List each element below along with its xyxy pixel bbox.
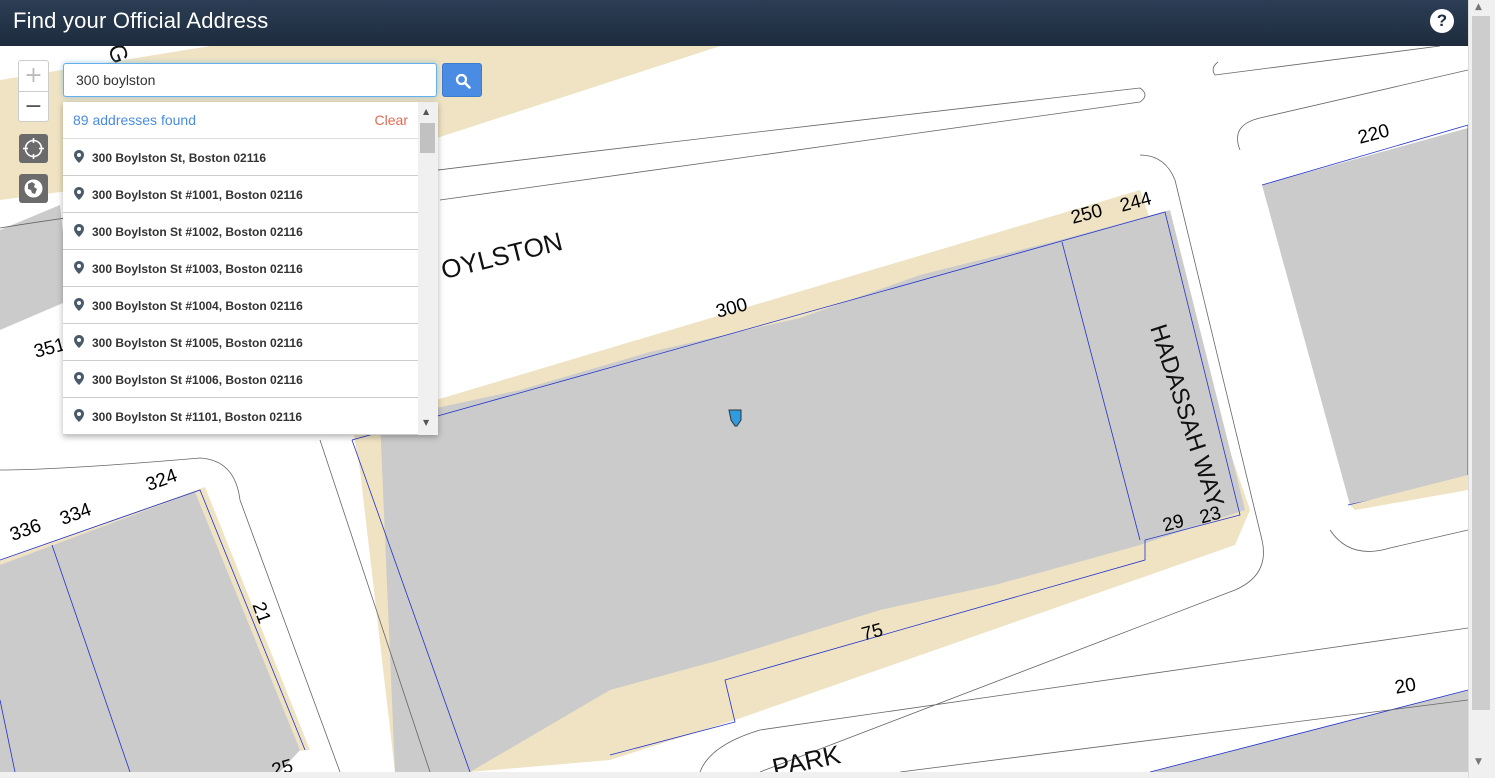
result-item[interactable]: 300 Boylston St #1101, Boston 02116	[63, 398, 418, 435]
map-pin-icon	[74, 187, 84, 200]
clear-button[interactable]: Clear	[375, 112, 408, 128]
map-pin-icon	[74, 335, 84, 348]
results-scrollbar[interactable]: ▲ ▼	[418, 102, 438, 435]
search-icon	[455, 73, 471, 89]
results-scroll-thumb[interactable]	[420, 123, 435, 153]
page-scrollbar[interactable]: ▲ ▼	[1468, 0, 1495, 778]
map-pin-icon	[74, 298, 84, 311]
building-right	[1262, 128, 1468, 505]
zoom-in-button[interactable]: +	[19, 61, 48, 92]
result-item[interactable]: 300 Boylston St #1001, Boston 02116	[63, 176, 418, 213]
result-address: 300 Boylston St, Boston 02116	[92, 151, 267, 165]
zoom-control: + −	[18, 60, 49, 122]
page-title: Find your Official Address	[13, 8, 269, 33]
result-address: 300 Boylston St #1002, Boston 02116	[92, 225, 303, 239]
basemap-toggle-button[interactable]	[19, 174, 48, 203]
results-count: 89 addresses found	[73, 112, 196, 128]
scroll-up-arrow-icon[interactable]: ▲	[423, 107, 429, 116]
horizontal-scrollbar[interactable]	[0, 772, 1468, 778]
globe-icon	[24, 179, 43, 198]
result-address: 300 Boylston St #1005, Boston 02116	[92, 336, 303, 350]
result-address: 300 Boylston St #1101, Boston 02116	[92, 410, 303, 424]
app-header: Find your Official Address ?	[0, 0, 1468, 46]
results-list: 300 Boylston St, Boston 02116 300 Boylst…	[63, 139, 418, 435]
help-icon[interactable]: ?	[1430, 9, 1454, 33]
page-scroll-down-icon[interactable]: ▼	[1475, 757, 1482, 767]
address-search-input[interactable]	[63, 63, 437, 97]
result-address: 300 Boylston St #1003, Boston 02116	[92, 262, 303, 276]
result-item[interactable]: 300 Boylston St, Boston 02116	[63, 139, 418, 176]
result-address: 300 Boylston St #1006, Boston 02116	[92, 373, 303, 387]
number-20: 20	[1393, 674, 1418, 699]
result-address: 300 Boylston St #1001, Boston 02116	[92, 188, 303, 202]
result-item[interactable]: 300 Boylston St #1006, Boston 02116	[63, 361, 418, 398]
map-pin-icon	[74, 261, 84, 274]
result-item[interactable]: 300 Boylston St #1002, Boston 02116	[63, 213, 418, 250]
result-item[interactable]: 300 Boylston St #1004, Boston 02116	[63, 287, 418, 324]
result-address: 300 Boylston St #1004, Boston 02116	[92, 299, 303, 313]
scroll-down-arrow-icon[interactable]: ▼	[423, 418, 429, 427]
search-button[interactable]	[442, 63, 482, 97]
map-pin-icon	[74, 150, 84, 163]
zoom-out-button[interactable]: −	[19, 92, 48, 122]
results-header: 89 addresses found Clear	[63, 102, 418, 139]
location-marker-icon[interactable]	[727, 408, 743, 428]
result-item[interactable]: 300 Boylston St #1005, Boston 02116	[63, 324, 418, 361]
map-pin-icon	[74, 409, 84, 422]
crosshair-icon	[23, 138, 44, 159]
map-pin-icon	[74, 372, 84, 385]
map-pin-icon	[74, 224, 84, 237]
page-scroll-thumb[interactable]	[1472, 16, 1490, 710]
result-item[interactable]: 300 Boylston St #1003, Boston 02116	[63, 250, 418, 287]
search-results-panel: 89 addresses found Clear 300 Boylston St…	[63, 102, 438, 435]
locate-button[interactable]	[19, 134, 48, 163]
page-scroll-up-icon[interactable]: ▲	[1475, 2, 1482, 12]
